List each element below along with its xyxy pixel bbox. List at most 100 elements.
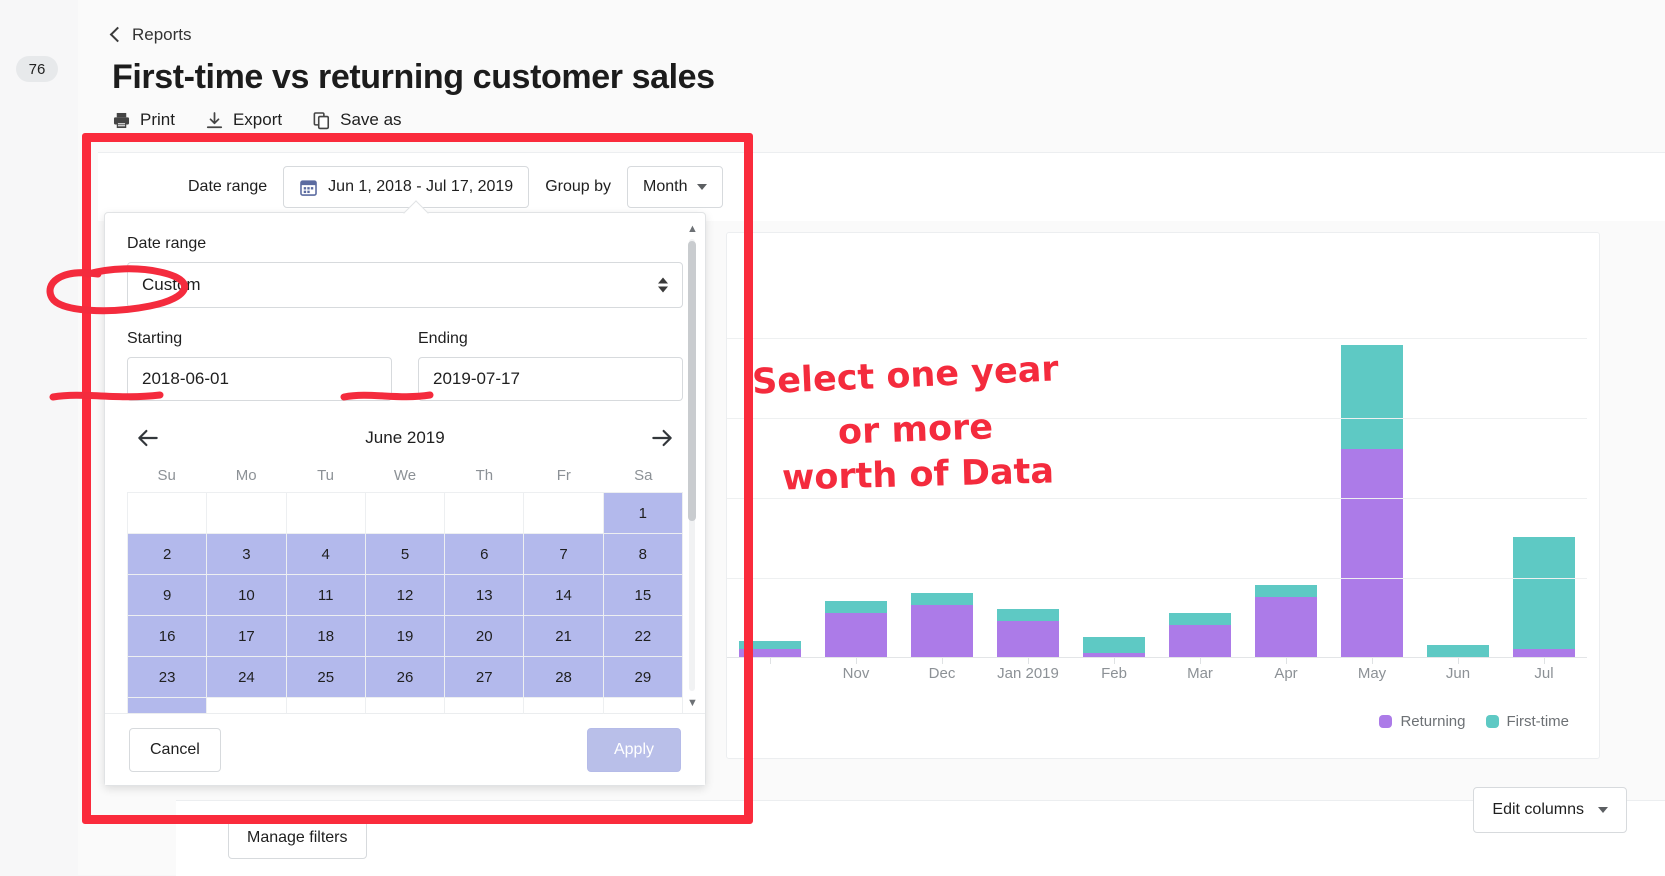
date-inputs-row: Starting Ending [127,330,683,401]
calendar-day-cell[interactable]: 2 [126,533,208,575]
save-as-button[interactable]: Save as [312,110,402,130]
calendar-day-cell[interactable]: 25 [285,656,366,698]
calendar-day-cell[interactable]: 5 [364,533,446,575]
scroll-down-icon[interactable]: ▼ [687,697,698,709]
copy-icon [313,111,330,129]
print-button[interactable]: Print [112,110,175,130]
calendar-day-cell[interactable]: 28 [523,656,604,698]
calendar-week-row: 23 24 25 26 27 28 29 [126,656,684,698]
chart-segment-first-time [1513,537,1575,649]
calendar-day-cell[interactable]: 27 [444,656,525,698]
apply-button[interactable]: Apply [586,727,681,772]
save-as-label: Save as [340,110,402,129]
chart-bar-stack [825,601,887,657]
calendar-day-cell[interactable]: 1 [602,492,684,534]
chart-segment-first-time [1169,613,1231,625]
calendar-day-cell[interactable]: 15 [602,574,684,616]
calendar-day-empty [206,492,287,534]
calendar-day-cell[interactable]: 24 [206,656,287,698]
chart-bar-column[interactable] [813,258,899,657]
calendar-day-cell[interactable]: 8 [602,533,684,575]
breadcrumb-reports[interactable]: Reports [109,25,192,45]
chart-bar-stack [1427,645,1489,657]
calendar-day-cell[interactable]: 21 [523,615,604,657]
chart-axis-ticks [727,658,1587,664]
scroll-up-icon[interactable]: ▲ [687,223,698,235]
chart-segment-returning [997,621,1059,657]
chart-bar-column[interactable] [1501,258,1587,657]
calendar-week-row: 9 10 11 12 13 14 15 [126,574,684,616]
calendar-day-cell[interactable]: 18 [285,615,366,657]
chart-bar-column[interactable] [1071,258,1157,657]
calendar-day-cell[interactable]: 9 [126,574,208,616]
date-range-picker-button[interactable]: Jun 1, 2018 - Jul 17, 2019 [283,166,530,208]
calendar-day-cell[interactable]: 20 [444,615,525,657]
calendar-day-empty [364,492,446,534]
chart-x-tick-label: Jan 2019 [997,665,1059,682]
edit-columns-button[interactable]: Edit columns [1473,787,1627,833]
chart-bar-column[interactable] [985,258,1071,657]
calendar-day-cell[interactable]: 10 [206,574,287,616]
calendar-day-cell[interactable]: 16 [126,615,208,657]
starting-date-input[interactable] [127,357,392,401]
chart-segment-first-time [739,641,801,649]
chart-bar-stack [1513,537,1575,657]
chevron-left-icon [109,26,126,43]
chart-tick-mark [1071,658,1157,664]
legend-item-first-time[interactable]: First-time [1485,713,1570,730]
calendar-day-cell[interactable]: 30 [126,697,208,713]
popover-scrollbar[interactable]: ▲ ▼ [685,223,699,709]
chart-bar-stack [1169,613,1231,657]
chart-bar-column[interactable] [1329,258,1415,657]
legend-swatch-first-time [1485,715,1499,728]
calendar-day-cell[interactable]: 17 [206,615,287,657]
chart-bars [727,258,1587,657]
calendar-day-cell[interactable]: 13 [444,574,525,616]
calendar-day-cell[interactable]: 12 [364,574,446,616]
cancel-button[interactable]: Cancel [129,727,221,772]
calendar-day-cell[interactable]: 11 [285,574,366,616]
scrollbar-thumb[interactable] [688,241,696,521]
calendar-day-cell[interactable]: 7 [523,533,604,575]
starting-field-group: Starting [127,330,392,401]
chart-x-tick-label: Apr [1274,665,1298,682]
arrow-left-icon[interactable] [135,425,161,451]
calendar-day-empty [444,492,525,534]
calendar-day-cell[interactable]: 22 [602,615,684,657]
calendar-day-cell[interactable]: 4 [285,533,366,575]
arrow-right-icon[interactable] [649,425,675,451]
chart-bar-column[interactable] [1157,258,1243,657]
chart-bar-column[interactable] [899,258,985,657]
calendar-header: June 2019 [127,425,683,451]
calendar-day-cell[interactable]: 19 [364,615,446,657]
chevron-down-icon [697,184,708,190]
chart-x-tick-label [727,665,813,682]
calendar-day-cell[interactable]: 3 [206,533,287,575]
group-by-select[interactable]: Month [627,166,724,208]
legend-label-first-time: First-time [1506,713,1570,730]
date-range-preset-select[interactable]: Custom [127,262,683,308]
chart-gridline [727,338,1587,339]
page-content: Reports First-time vs returning customer… [78,0,1665,876]
chart-bar-column[interactable] [1243,258,1329,657]
chart-segment-first-time [825,601,887,613]
ending-label: Ending [418,330,468,347]
export-button[interactable]: Export [205,110,282,130]
ending-date-input[interactable] [418,357,683,401]
chart-segment-first-time [1427,645,1489,657]
chart-bar-column[interactable] [1415,258,1501,657]
chart-bar-column[interactable] [727,258,813,657]
calendar-day-cell[interactable]: 14 [523,574,604,616]
manage-filters-button[interactable]: Manage filters [228,817,367,859]
calendar-week-row: 2345678 [126,533,684,575]
chart-segment-returning [825,613,887,657]
chart-segment-returning [1513,649,1575,657]
calendar-day-cell[interactable]: 6 [444,533,525,575]
calendar-day-cell[interactable]: 29 [602,656,684,698]
calendar-weekday: We [393,467,417,484]
calendar-day-cell[interactable]: 23 [126,656,208,698]
legend-label-returning: Returning [1400,713,1466,730]
legend-item-returning[interactable]: Returning [1379,713,1466,730]
popover-footer: Cancel Apply [105,713,705,785]
calendar-day-cell[interactable]: 26 [364,656,446,698]
